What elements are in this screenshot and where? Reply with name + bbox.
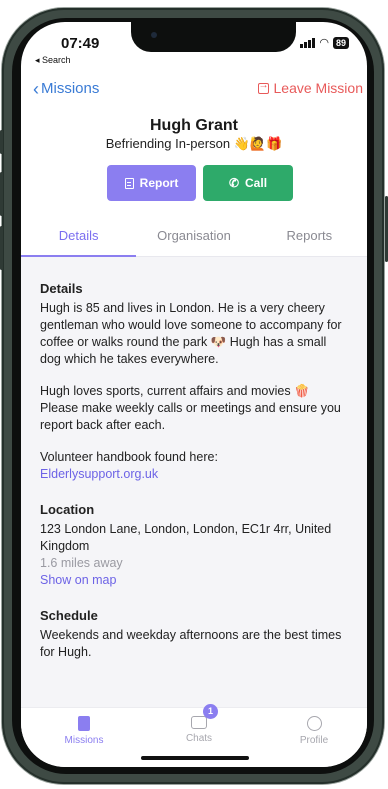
notch xyxy=(131,22,296,52)
schedule-heading: Schedule xyxy=(40,608,98,623)
handbook-text: Volunteer handbook found here: xyxy=(40,450,218,464)
tabbar-profile-label: Profile xyxy=(299,735,329,746)
details-panel: Details Hugh is 85 and lives in London. … xyxy=(21,257,367,707)
chat-icon xyxy=(191,716,207,729)
status-icons: ◠ 89 xyxy=(300,36,349,49)
contact-name: Hugh Grant xyxy=(150,117,238,134)
leave-mission-label: Leave Mission xyxy=(273,80,364,96)
back-button[interactable]: ‹ Missions xyxy=(33,78,100,99)
schedule-text: Weekends and weekday afternoons are the … xyxy=(40,628,342,659)
app-screen: 07:49 ◂ Search ◠ 89 ‹ Missions Leave Mis… xyxy=(21,22,367,767)
tab-organisation[interactable]: Organisation xyxy=(136,222,251,256)
details-paragraph-1: Hugh is 85 and lives in London. He is a … xyxy=(40,301,342,366)
wifi-icon: ◠ xyxy=(319,37,329,49)
back-label: Missions xyxy=(41,80,100,97)
call-button[interactable]: ✆ Call xyxy=(203,165,293,201)
status-back-to-app[interactable]: ◂ Search xyxy=(35,55,71,66)
report-button-label: Report xyxy=(139,176,179,190)
status-time: 07:49 xyxy=(61,35,100,52)
document-icon xyxy=(124,177,134,189)
call-button-label: Call xyxy=(245,176,268,190)
handbook-link[interactable]: Elderlysupport.org.uk xyxy=(40,466,347,483)
battery-icon: 89 xyxy=(332,36,349,49)
side-button-volume-down xyxy=(0,226,3,270)
user-circle-icon xyxy=(306,716,322,731)
home-indicator xyxy=(141,756,249,760)
location-address: 123 London Lane, London, London, EC1r 4r… xyxy=(40,522,332,553)
tab-reports[interactable]: Reports xyxy=(252,222,367,256)
leave-mission-button[interactable]: Leave Mission xyxy=(257,80,364,96)
details-heading: Details xyxy=(40,281,83,296)
phone-icon: ✆ xyxy=(228,176,240,190)
side-button-volume-up xyxy=(0,172,3,216)
tabbar-missions-label: Missions xyxy=(64,735,104,746)
location-heading: Location xyxy=(40,502,95,517)
mission-type: Befriending In-person 👋🙋🎁 xyxy=(105,136,283,151)
details-paragraph-2: Hugh loves sports, current affairs and m… xyxy=(40,384,341,432)
tabbar-profile[interactable]: Profile xyxy=(274,716,354,746)
tabbar-chats[interactable]: Chats xyxy=(159,716,239,744)
cellular-signal-icon xyxy=(300,37,316,48)
details-card: Details Hugh is 85 and lives in London. … xyxy=(40,280,347,661)
chevron-left-icon: ‹ xyxy=(33,78,39,99)
side-button-mute xyxy=(0,130,3,154)
tabbar-chats-label: Chats xyxy=(185,733,213,744)
location-distance: 1.6 miles away xyxy=(40,556,123,570)
report-button[interactable]: Report xyxy=(107,165,196,201)
detail-tabs: Details Organisation Reports xyxy=(21,222,367,257)
tab-details[interactable]: Details xyxy=(21,222,137,257)
exit-icon xyxy=(257,80,269,94)
camera-dot xyxy=(151,32,157,38)
tabbar-missions[interactable]: Missions xyxy=(44,716,124,746)
bottom-tab-bar: Missions Chats 1 Profile xyxy=(21,704,367,767)
clipboard-icon xyxy=(78,716,90,731)
chats-unread-badge: 1 xyxy=(203,704,218,719)
show-on-map-link[interactable]: Show on map xyxy=(40,572,347,589)
